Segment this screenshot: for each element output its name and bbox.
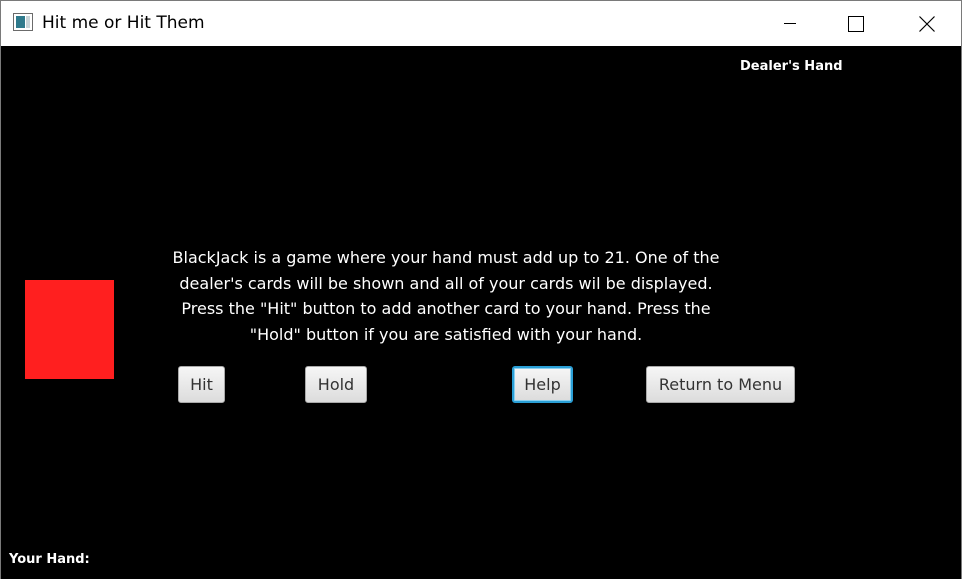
game-board: Dealer's Hand BlackJack is a game where … bbox=[1, 46, 961, 579]
help-button[interactable]: Help bbox=[512, 366, 573, 403]
hit-button[interactable]: Hit bbox=[178, 366, 225, 403]
app-window: Hit me or Hit Them Dealer's Hand BlackJa… bbox=[0, 0, 962, 579]
minimize-icon bbox=[784, 22, 796, 25]
minimize-button[interactable] bbox=[767, 1, 813, 46]
window-title: Hit me or Hit Them bbox=[42, 13, 205, 33]
dealer-hand-label: Dealer's Hand bbox=[740, 59, 843, 74]
player-card bbox=[25, 280, 114, 379]
hold-button[interactable]: Hold bbox=[305, 366, 367, 403]
title-bar[interactable]: Hit me or Hit Them bbox=[1, 1, 961, 46]
java-app-icon bbox=[13, 13, 33, 31]
instructions-text: BlackJack is a game where your hand must… bbox=[172, 248, 720, 344]
maximize-button[interactable] bbox=[833, 1, 879, 46]
maximize-icon bbox=[848, 15, 864, 32]
your-hand-label: Your Hand: bbox=[9, 552, 90, 567]
close-button[interactable] bbox=[904, 1, 950, 46]
return-to-menu-button[interactable]: Return to Menu bbox=[646, 366, 795, 403]
close-icon bbox=[919, 15, 935, 32]
